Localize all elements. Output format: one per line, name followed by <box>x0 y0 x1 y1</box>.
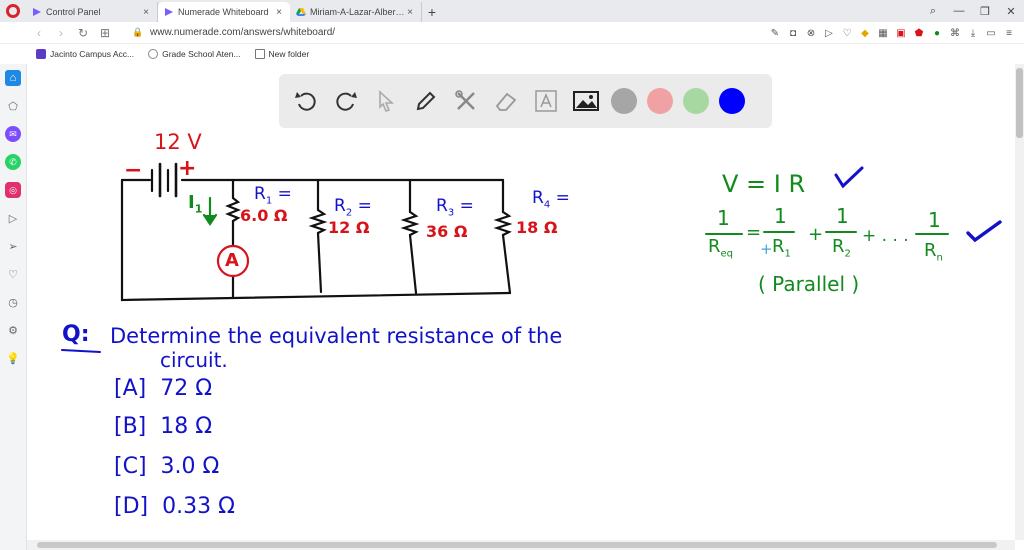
option-d: [D] 0.33 Ω <box>114 494 235 519</box>
option-letter: [B] <box>114 414 147 439</box>
req-denominator: Req <box>708 236 733 260</box>
current-label: I1 <box>188 192 202 216</box>
r2-formula-symbol: R <box>832 236 845 257</box>
req-subscript: eq <box>720 248 734 260</box>
rn-denominator: Rn <box>924 240 943 264</box>
r1-formula-symbol: R <box>772 236 785 257</box>
r4-label: R4 = <box>532 188 570 210</box>
question-line-1: Determine the equivalent resistance of t… <box>110 324 563 348</box>
req-numerator: 1 <box>717 206 730 230</box>
ohms-law: V = I R <box>722 170 806 198</box>
current-subscript: 1 <box>194 202 203 216</box>
r2-value: 12 Ω <box>328 218 370 237</box>
option-text: 0.33 Ω <box>162 494 235 519</box>
question-marker: Q: <box>62 322 90 347</box>
r4-symbol: R <box>532 188 544 208</box>
r2-numerator: 1 <box>836 204 849 228</box>
horizontal-scrollbar[interactable] <box>27 540 1015 550</box>
check-icon <box>966 220 1002 243</box>
question-line-2: circuit. <box>160 348 228 372</box>
formula-dots: + . . . <box>862 226 909 246</box>
r2-formula-subscript: 2 <box>844 248 851 260</box>
option-text: 18 Ω <box>160 414 213 439</box>
option-text: 72 Ω <box>160 376 213 401</box>
option-text: 3.0 Ω <box>160 454 220 479</box>
r2-subscript: 2 <box>345 207 353 219</box>
rn-numerator: 1 <box>928 208 941 232</box>
parallel-note: ( Parallel ) <box>758 272 860 296</box>
option-c: [C] 3.0 Ω <box>114 454 219 479</box>
r1-plus: + <box>760 240 773 258</box>
rn-formula-subscript: n <box>936 252 943 264</box>
option-b: [B] 18 Ω <box>114 414 212 439</box>
battery-minus: − <box>124 158 143 183</box>
r1-symbol: R <box>254 184 266 204</box>
r3-label: R3 = <box>436 196 474 218</box>
scrollbar-thumb[interactable] <box>1016 68 1023 138</box>
r1-value: 6.0 Ω <box>240 206 288 225</box>
scrollbar-thumb[interactable] <box>37 542 997 548</box>
battery-plus: + <box>178 156 197 181</box>
formula-equals: = <box>746 222 762 243</box>
option-letter: [A] <box>114 376 147 401</box>
r4-subscript: 4 <box>543 199 551 211</box>
battery-voltage: 12 V <box>154 130 202 154</box>
r3-symbol: R <box>436 196 448 216</box>
ammeter-label: A <box>225 250 239 271</box>
rn-formula-symbol: R <box>924 240 937 261</box>
option-a: [A] 72 Ω <box>114 376 212 401</box>
r2-label: R2 = <box>334 196 372 218</box>
option-letter: [D] <box>114 494 149 519</box>
r2-denominator: R2 <box>832 236 851 260</box>
r1-subscript: 1 <box>265 195 273 207</box>
r1-equals: = <box>277 184 292 204</box>
r1-label: R1 = <box>254 184 292 206</box>
check-icon <box>834 166 864 189</box>
r1-numerator: 1 <box>774 204 787 228</box>
current-symbol: I <box>188 192 195 213</box>
r1-denominator: R1 <box>772 236 791 260</box>
r4-equals: = <box>555 188 570 208</box>
r3-value: 36 Ω <box>426 222 468 241</box>
r1-formula-subscript: 1 <box>784 248 791 260</box>
r3-equals: = <box>459 196 474 216</box>
formula-plus: + <box>808 224 824 245</box>
r3-subscript: 3 <box>447 207 455 219</box>
vertical-scrollbar[interactable] <box>1015 64 1024 540</box>
option-letter: [C] <box>114 454 147 479</box>
r4-value: 18 Ω <box>516 218 558 237</box>
r2-symbol: R <box>334 196 346 216</box>
req-symbol: R <box>708 236 721 257</box>
r2-equals: = <box>357 196 372 216</box>
